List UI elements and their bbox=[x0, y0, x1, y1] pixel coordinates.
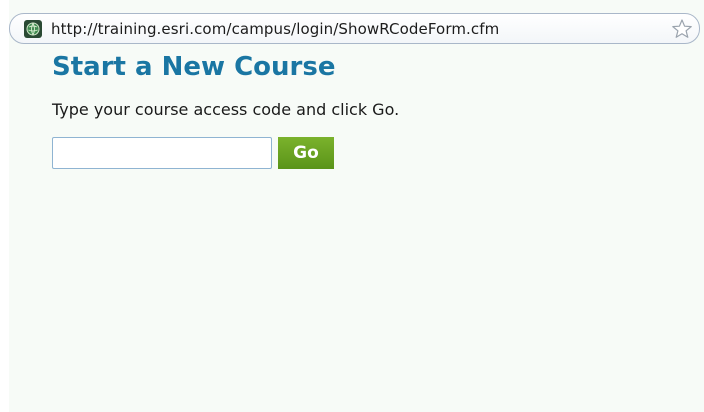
access-code-input[interactable] bbox=[52, 137, 272, 169]
url-text[interactable]: http://training.esri.com/campus/login/Sh… bbox=[51, 20, 671, 38]
page-title: Start a New Course bbox=[52, 52, 336, 82]
globe-icon bbox=[24, 19, 42, 38]
window-edge bbox=[0, 0, 9, 412]
instructions-text: Type your course access code and click G… bbox=[52, 100, 400, 119]
go-button[interactable]: Go bbox=[278, 137, 334, 169]
address-bar[interactable]: http://training.esri.com/campus/login/Sh… bbox=[9, 13, 700, 44]
star-icon[interactable] bbox=[671, 18, 693, 40]
access-code-row: Go bbox=[52, 137, 672, 169]
course-start-form: Start a New Course Type your course acce… bbox=[52, 50, 672, 169]
browser-window: http://training.esri.com/campus/login/Sh… bbox=[0, 0, 704, 412]
